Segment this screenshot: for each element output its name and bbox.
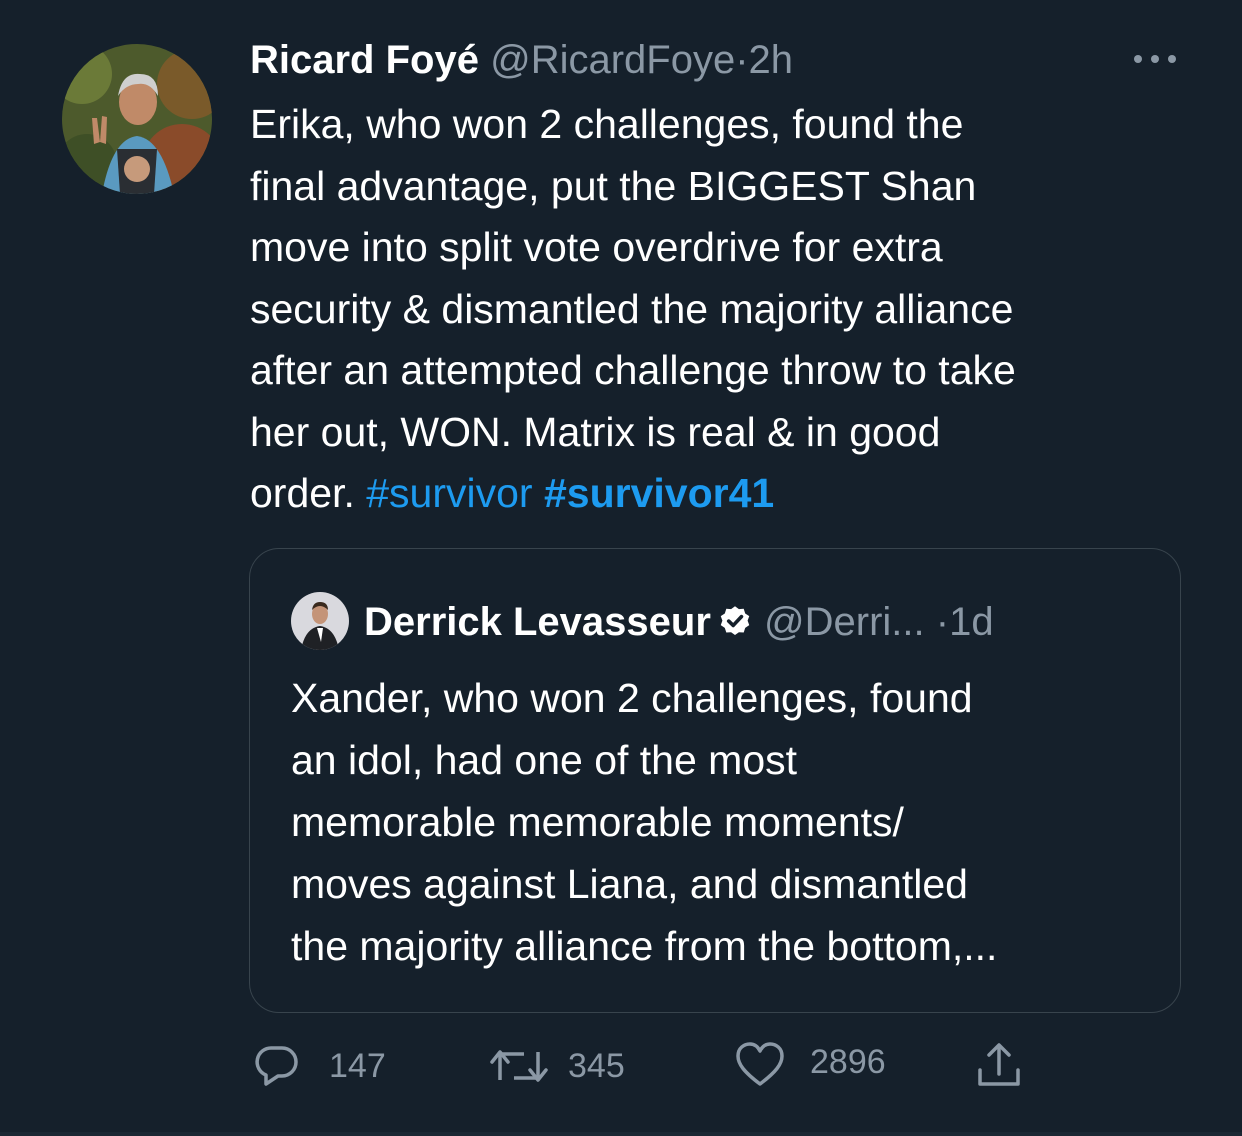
- quoted-text-line: the majority alliance from the bottom,..…: [291, 923, 998, 969]
- reply-icon: [255, 1046, 298, 1086]
- quoted-author-name[interactable]: Derrick Levasseur: [364, 600, 711, 644]
- quoted-author-handle[interactable]: @Derri...: [764, 600, 925, 644]
- quoted-tweet-header: Derrick Levasseur @Derri... ·1d: [364, 595, 994, 649]
- author-avatar[interactable]: [62, 44, 212, 194]
- like-button[interactable]: 2896: [734, 1040, 904, 1090]
- separator-dot: ·: [935, 600, 950, 644]
- more-horizontal-icon: [1134, 55, 1176, 63]
- tweet-text-line: final advantage, put the BIGGEST Shan: [250, 162, 977, 209]
- tweet-text-line: after an attempted challenge throw to ta…: [250, 347, 1016, 393]
- tweet-timestamp[interactable]: 2h: [749, 38, 794, 82]
- like-count: 2896: [810, 1043, 886, 1081]
- reply-count: 147: [329, 1047, 386, 1085]
- tweet-text-line: her out, WON. Matrix is real & in good: [250, 408, 941, 455]
- share-button[interactable]: [974, 1040, 1024, 1090]
- quoted-text-line: moves against Liana, and dismantled: [291, 861, 968, 907]
- quoted-tweet-card[interactable]: Derrick Levasseur @Derri... ·1d Xander, …: [249, 548, 1181, 1013]
- more-options-button[interactable]: [1132, 44, 1182, 74]
- retweet-icon: [490, 1050, 548, 1082]
- share-icon: [978, 1043, 1020, 1086]
- verified-badge-icon: [717, 600, 753, 636]
- divider: [0, 1132, 1242, 1136]
- tweet-text-line: order.: [250, 470, 355, 516]
- retweet-count: 345: [568, 1047, 625, 1085]
- quoted-author-avatar[interactable]: [291, 592, 349, 650]
- separator-dot: ·: [735, 38, 749, 82]
- hashtag-survivor-link[interactable]: #survivor: [366, 470, 532, 516]
- heart-icon: [736, 1042, 784, 1086]
- tweet-text-line: Erika, who won 2 challenges, found the: [250, 101, 964, 147]
- tweet-text-line: security & dismantled the majority allia…: [250, 285, 1014, 332]
- reply-button[interactable]: 147: [252, 1040, 392, 1090]
- quoted-text-line: an idol, had one of the most: [291, 737, 798, 783]
- tweet-text-line-last: order. #survivor #survivor41: [250, 463, 1210, 525]
- author-handle[interactable]: @RicardFoye: [490, 38, 735, 82]
- author-name[interactable]: Ricard Foyé: [250, 38, 479, 82]
- tweet-header: Ricard Foyé @RicardFoye·2h: [250, 32, 793, 88]
- tweet-text-line: move into split vote overdrive for extra: [250, 224, 943, 270]
- quoted-text-line: memorable memorable moments/: [291, 799, 904, 845]
- tweet-text: Erika, who won 2 challenges, found the f…: [250, 94, 1210, 525]
- retweet-button[interactable]: 345: [488, 1040, 638, 1090]
- quoted-tweet-text: Xander, who won 2 challenges, found an i…: [291, 667, 1151, 977]
- tweet: Ricard Foyé @RicardFoye·2h Erika, who wo…: [0, 0, 1242, 1132]
- quoted-tweet-timestamp[interactable]: 1d: [949, 600, 994, 644]
- quoted-text-line: Xander, who won 2 challenges, found: [291, 675, 973, 721]
- hashtag-survivor41-link[interactable]: #survivor41: [544, 470, 774, 516]
